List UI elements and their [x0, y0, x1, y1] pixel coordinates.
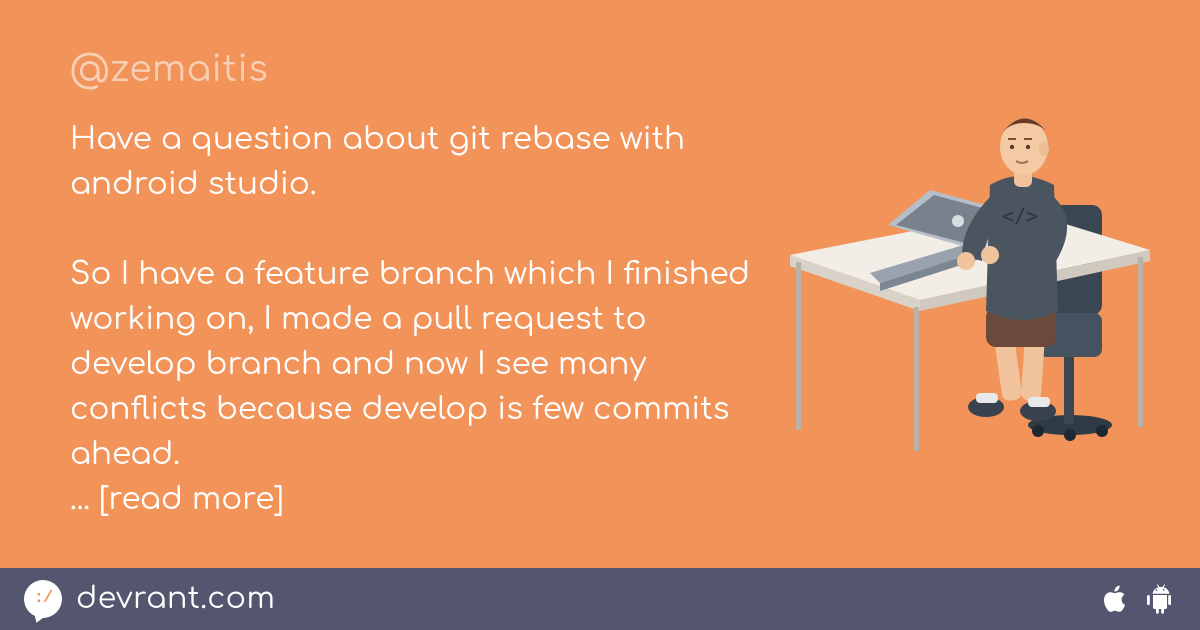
avatar-illustration: </> [780, 55, 1160, 455]
platform-icons [1102, 584, 1172, 614]
author-handle[interactable]: @zemaitis [70, 50, 770, 90]
brand-name: devrant.com [76, 583, 275, 616]
svg-text:</>: </> [1002, 204, 1038, 228]
apple-icon[interactable] [1102, 584, 1128, 614]
post-body: Have a question about git rebase with an… [70, 118, 770, 522]
read-more-link[interactable]: ... [read more] [70, 483, 284, 517]
post-content: @zemaitis Have a question about git reba… [70, 50, 770, 522]
post-body-text: Have a question about git rebase with an… [70, 123, 759, 472]
post-card: @zemaitis Have a question about git reba… [0, 0, 1200, 630]
footer-bar: :/ devrant.com [0, 568, 1200, 630]
android-icon[interactable] [1146, 584, 1172, 614]
logo-face: :/ [34, 590, 52, 607]
logo-bubble-icon: :/ [24, 580, 62, 618]
brand-logo[interactable]: :/ devrant.com [24, 580, 275, 618]
